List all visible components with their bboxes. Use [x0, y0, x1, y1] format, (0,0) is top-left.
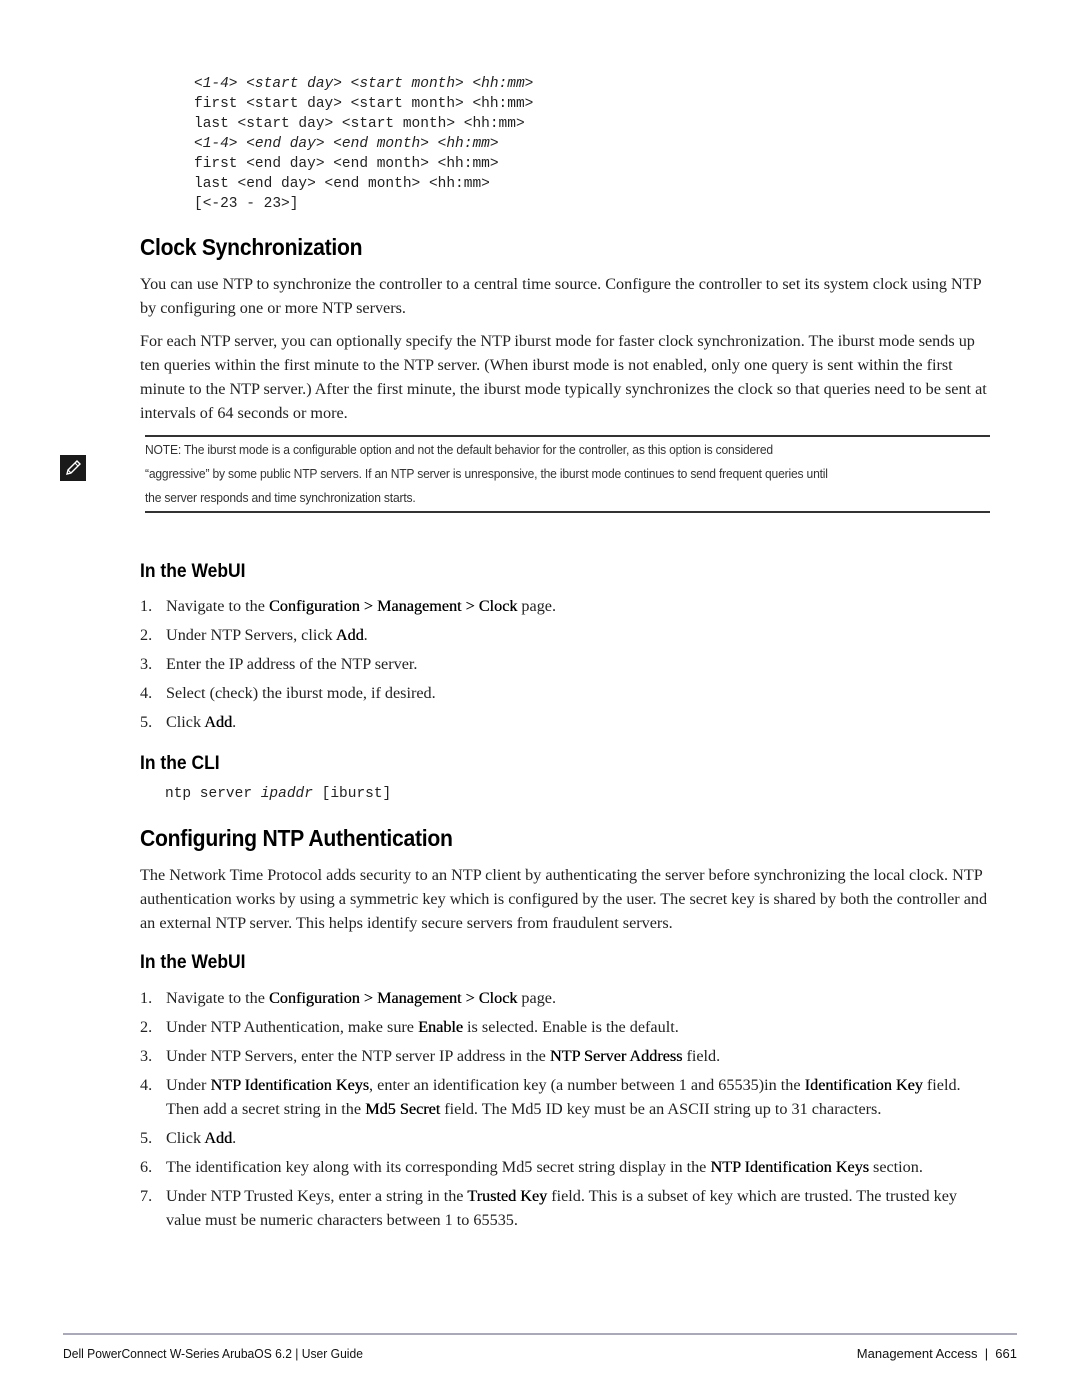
step-number: 3. — [140, 655, 153, 673]
note-line: the server responds and time synchroniza… — [145, 490, 416, 505]
code-line: first <start day> <start month> <hh:mm> — [194, 96, 534, 112]
ui-label: Add — [204, 1129, 233, 1147]
heading-webui-auth: In the WebUI — [140, 952, 246, 973]
step-item: 4. Under NTP Identification Keys, enter a… — [140, 1073, 990, 1121]
code-line: [<-23 - 23>] — [194, 196, 299, 212]
ui-label: Trusted Key — [467, 1187, 548, 1205]
ui-label: Enable — [418, 1018, 463, 1036]
code-line: last <start day> <start month> <hh:mm> — [194, 116, 525, 132]
step-number: 3. — [140, 1047, 153, 1065]
code-line: <1-4> <end day> <end month> <hh:mm> — [194, 136, 499, 152]
step-item: 2. Under NTP Servers, click Add. — [140, 623, 990, 647]
step-text: Click — [166, 713, 205, 731]
step-text: Select (check) the iburst mode, if desir… — [166, 684, 436, 702]
step-text: Navigate to the — [166, 989, 269, 1007]
step-number: 4. — [140, 684, 153, 702]
step-text: Enter the IP address of the NTP server. — [166, 655, 418, 673]
step-text: section. — [868, 1158, 923, 1176]
step-item: 2. Under NTP Authentication, make sure En… — [140, 1015, 990, 1039]
heading-configuring-ntp-authentication: Configuring NTP Authentication — [140, 825, 453, 851]
step-text: The identification key along with its co… — [166, 1158, 711, 1176]
step-text: . — [232, 713, 237, 731]
step-text: Under NTP Servers, enter the NTP server … — [166, 1047, 550, 1065]
paragraph-clock-sync-intro: You can use NTP to synchronize the contr… — [140, 275, 981, 317]
step-item: 5. Click Add. — [140, 710, 990, 734]
ui-path: Configuration > Management > Clock — [268, 597, 518, 615]
code-line: last <end day> <end month> <hh:mm> — [194, 176, 490, 192]
step-number: 5. — [140, 1129, 153, 1147]
step-text: is selected. Enable is the default. — [463, 1018, 679, 1036]
step-text: Under — [166, 1076, 211, 1094]
webui-steps-clock: 1. Navigate to the Configuration > Manage… — [140, 594, 990, 739]
ui-label: Add — [204, 713, 233, 731]
ui-label: NTP Server Address — [549, 1047, 683, 1065]
step-text: field. The Md5 ID key must be an ASCII s… — [440, 1100, 882, 1118]
cli-keyword: ntp server — [165, 786, 261, 802]
heading-cli: In the CLI — [140, 753, 220, 774]
step-text: , enter an identification key (a number … — [369, 1076, 805, 1094]
step-number: 6. — [140, 1158, 153, 1176]
code-block-syntax: <1-4> <start day> <start month> <hh:mm> … — [194, 74, 533, 214]
step-number: 2. — [140, 626, 153, 644]
ui-label: Identification Key — [804, 1076, 923, 1094]
step-text: Navigate to the — [166, 597, 269, 615]
heading-webui-clock: In the WebUI — [140, 561, 246, 582]
step-item: 3. Under NTP Servers, enter the NTP serve… — [140, 1044, 990, 1068]
note-bottom-divider — [145, 511, 990, 513]
code-line: <1-4> <start day> <start month> <hh:mm> — [194, 76, 534, 92]
code-line: first <end day> <end month> <hh:mm> — [194, 156, 499, 172]
note-line: “aggressive” by some public NTP servers.… — [145, 466, 828, 481]
document-page: <1-4> <start day> <start month> <hh:mm> … — [0, 0, 1080, 1397]
footer-page-info: Management Access | 661 — [856, 1346, 1017, 1361]
step-text: Under NTP Authentication, make sure — [166, 1018, 419, 1036]
ui-label: Configuration > Management > Clock — [268, 989, 518, 1007]
step-text: page. — [517, 989, 557, 1007]
step-text: Under NTP Servers, click — [166, 626, 336, 644]
note-top-divider — [145, 435, 990, 437]
step-text: field. — [682, 1047, 721, 1065]
note-box: NOTE: The iburst mode is a configurable … — [145, 438, 990, 510]
footer-guide-title: Dell PowerConnect W-Series ArubaOS 6.2 |… — [63, 1346, 363, 1361]
paragraph-ntp-auth-intro: The Network Time Protocol adds security … — [140, 866, 988, 932]
step-text: Click — [166, 1129, 205, 1147]
pencil-note-icon — [60, 455, 86, 481]
step-text: . — [363, 626, 368, 644]
cli-option: [iburst] — [312, 786, 392, 802]
webui-steps-auth: 1. Navigate to the Configuration > Manage… — [140, 986, 990, 1237]
ui-label: NTP Identification Keys — [210, 1076, 370, 1094]
cli-argument: ipaddr — [260, 786, 313, 802]
step-item: 1. Navigate to the Configuration > Manage… — [140, 594, 990, 618]
step-item: 6. The identification key along with its … — [140, 1155, 990, 1179]
step-number: 5. — [140, 713, 153, 731]
step-item: 3. Enter the IP address of the NTP server… — [140, 652, 990, 676]
step-number: 1. — [140, 597, 153, 615]
step-number: 4. — [140, 1076, 153, 1094]
ui-label: Md5 Secret — [365, 1100, 441, 1118]
step-number: 1. — [140, 989, 153, 1007]
step-item: 7. Under NTP Trusted Keys, enter a string… — [140, 1184, 990, 1232]
ui-label: Add — [335, 626, 364, 644]
step-text: page. — [517, 597, 557, 615]
step-number: 7. — [140, 1187, 153, 1205]
step-item: 4. Select (check) the iburst mode, if des… — [140, 681, 990, 705]
paragraph-iburst-description: For each NTP server, you can optionally … — [140, 332, 987, 422]
heading-clock-synchronization: Clock Synchronization — [140, 234, 363, 260]
step-item: 5. Click Add. — [140, 1126, 990, 1150]
step-item: 1. Navigate to the Configuration > Manage… — [140, 986, 990, 1010]
cli-command: ntp server ipaddr [iburst] — [165, 786, 391, 802]
ui-label: NTP Identification Keys — [710, 1158, 869, 1176]
note-line: NOTE: The iburst mode is a configurable … — [145, 442, 773, 457]
step-number: 2. — [140, 1018, 153, 1036]
step-text: Under NTP Trusted Keys, enter a string i… — [166, 1187, 468, 1205]
footer-divider — [63, 1333, 1017, 1335]
step-text: . — [232, 1129, 237, 1147]
